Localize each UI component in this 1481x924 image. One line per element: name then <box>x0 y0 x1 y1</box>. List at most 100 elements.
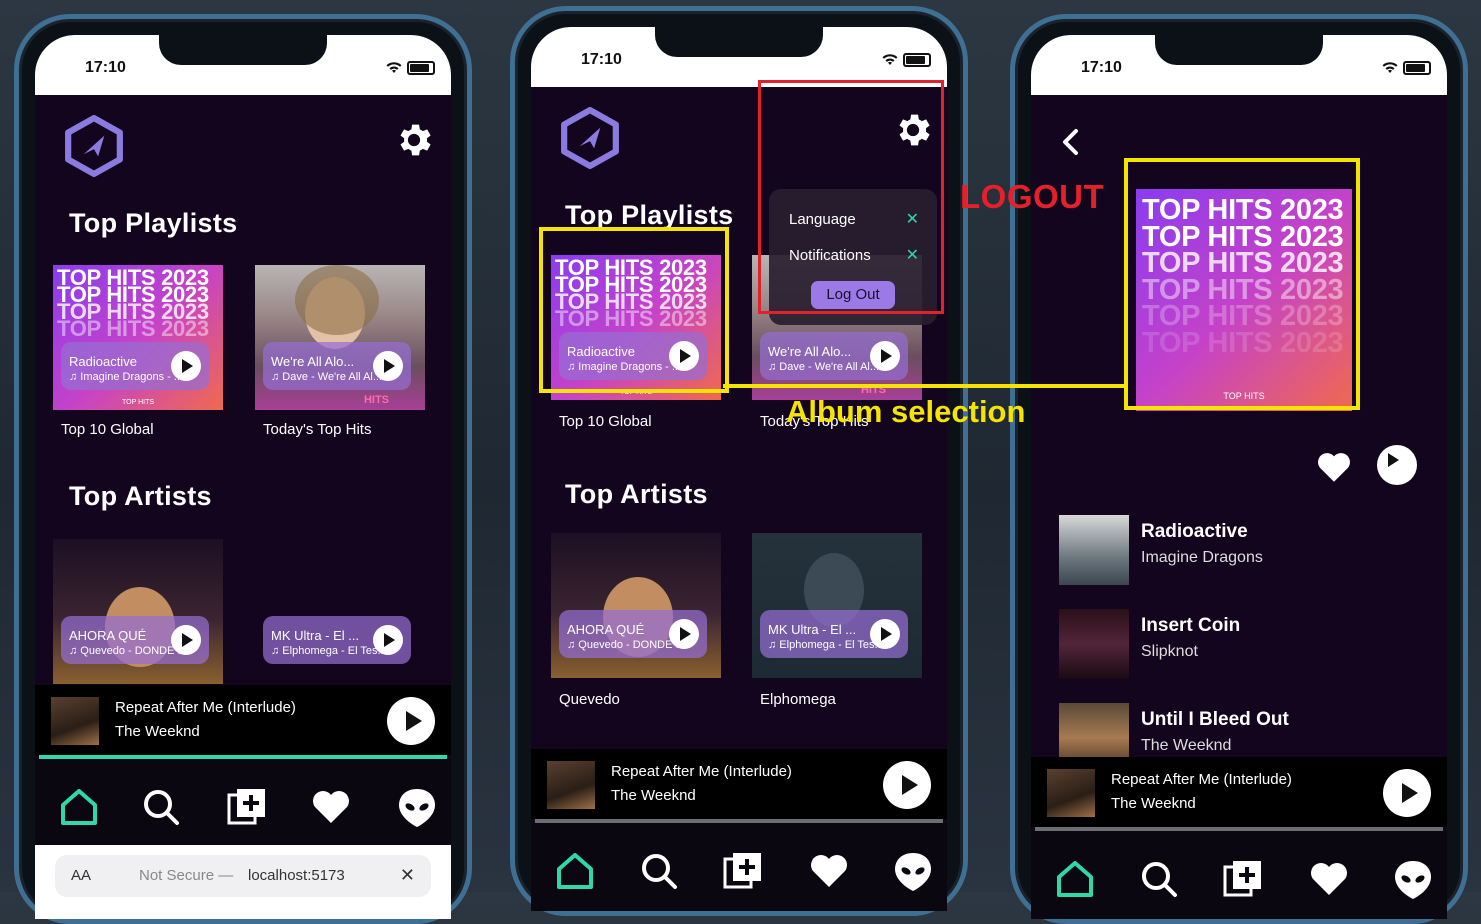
play-icon[interactable] <box>171 625 201 655</box>
artist-card-quevedo[interactable]: AHORA QUÉ ♫ Quevedo - DONDE ... <box>551 533 721 678</box>
now-playing-bar[interactable]: Repeat After Me (Interlude) The Weeknd <box>35 685 451 755</box>
play-icon[interactable] <box>373 351 403 381</box>
pill-artist: ♫ Quevedo - DONDE ... <box>567 639 685 651</box>
notch <box>655 27 823 57</box>
status-bar: 17:10 <box>35 35 451 95</box>
app-logo-icon[interactable] <box>63 115 125 177</box>
text-size-button[interactable]: AA <box>71 867 91 884</box>
bottom-nav <box>531 823 947 911</box>
system-icons <box>386 61 435 75</box>
artist-card-quevedo[interactable]: AHORA QUÉ ♫ Quevedo - DONDE ... <box>53 539 223 684</box>
track-pill: We're All Alo... ♫ Dave - We're All Al..… <box>263 342 411 390</box>
alien-profile-icon[interactable] <box>395 785 439 829</box>
cover-badge: TOP HITS <box>121 399 155 406</box>
like-heart-icon[interactable] <box>1315 449 1353 485</box>
album-selection-box-right <box>1124 158 1360 410</box>
search-icon[interactable] <box>1137 857 1181 901</box>
wifi-icon <box>882 54 898 65</box>
pill-track: AHORA QUÉ <box>69 628 147 643</box>
status-time: 17:10 <box>85 59 126 76</box>
play-icon[interactable] <box>171 351 201 381</box>
phone-home: 17:10 Top Playlists TOP HITS 2023 TOP HIT… <box>14 14 472 924</box>
playlist-card-todays-top-hits[interactable]: We're All Alo... ♫ Dave - We're All Al..… <box>255 265 425 410</box>
now-playing-bar[interactable]: Repeat After Me (Interlude) The Weeknd <box>531 749 947 819</box>
home-icon[interactable] <box>553 849 597 893</box>
cover-hair <box>295 265 379 335</box>
search-icon[interactable] <box>637 849 681 893</box>
heart-icon[interactable] <box>1307 857 1351 901</box>
track-art <box>1059 609 1129 679</box>
album-selection-connector <box>723 384 1125 388</box>
heart-icon[interactable] <box>807 849 851 893</box>
screen: 17:10 Top Playlists TOP HITS 2023 TOP HIT… <box>35 35 451 919</box>
wifi-icon <box>386 62 402 73</box>
pill-artist: ♫ Elphomega - El Tes... <box>271 645 387 657</box>
now-playing-bar[interactable]: Repeat After Me (Interlude) The Weeknd <box>1031 757 1447 827</box>
track-artist: The Weeknd <box>1141 737 1232 754</box>
play-icon[interactable] <box>669 619 699 649</box>
search-icon[interactable] <box>139 785 183 829</box>
pill-track: AHORA QUÉ <box>567 622 645 637</box>
close-icon[interactable]: ✕ <box>400 865 415 886</box>
play-icon[interactable] <box>373 625 403 655</box>
pill-artist: ♫ Elphomega - El Tes... <box>768 639 884 651</box>
playlist-card-top10[interactable]: TOP HITS 2023 TOP HITS 2023 TOP HITS 2023 T… <box>53 265 223 410</box>
top-artists-heading: Top Artists <box>69 481 212 511</box>
track-artist: Slipknot <box>1141 643 1198 660</box>
bottom-nav <box>35 759 451 855</box>
track-row[interactable]: Radioactive Imagine Dragons <box>1059 515 1419 587</box>
home-icon[interactable] <box>1053 857 1097 901</box>
alien-profile-icon[interactable] <box>891 849 935 893</box>
track-name: Radioactive <box>1141 521 1248 542</box>
album-selection-annotation: Album selection <box>786 394 1026 429</box>
track-row[interactable]: Insert Coin Slipknot <box>1059 609 1419 681</box>
home-content: Top Playlists TOP HITS 2023 TOP HITS 2023… <box>35 95 451 919</box>
pill-track: MK Ultra - El ... <box>768 622 857 637</box>
bottom-nav <box>1031 831 1447 919</box>
url-text[interactable]: localhost:5173 <box>248 867 345 884</box>
album-play-button[interactable] <box>1377 445 1417 485</box>
now-playing-play-button[interactable] <box>387 697 435 745</box>
battery-icon <box>407 61 435 75</box>
artist-card-elphomega[interactable]: MK Ultra - El ... ♫ Elphomega - El Tes..… <box>255 539 425 684</box>
add-playlist-icon[interactable] <box>225 785 269 829</box>
add-playlist-icon[interactable] <box>721 849 765 893</box>
status-time: 17:10 <box>1081 59 1122 76</box>
status-bar: 17:10 <box>531 27 947 87</box>
play-icon[interactable] <box>870 341 900 371</box>
add-playlist-icon[interactable] <box>1221 857 1265 901</box>
now-playing-artist: The Weeknd <box>115 723 200 740</box>
back-chevron-icon[interactable] <box>1059 127 1083 157</box>
heart-icon[interactable] <box>309 785 353 829</box>
artist-card-elphomega[interactable]: MK Ultra - El ... ♫ Elphomega - El Tes..… <box>752 533 922 678</box>
now-playing-play-button[interactable] <box>1383 769 1431 817</box>
app-logo-icon[interactable] <box>559 107 621 169</box>
now-playing-artist: The Weeknd <box>1111 795 1196 812</box>
notch <box>1155 35 1323 65</box>
address-bar[interactable]: AA Not Secure — localhost:5173 ✕ <box>55 855 431 897</box>
album-selection-box-left <box>539 227 729 393</box>
track-name: Until I Bleed Out <box>1141 709 1289 730</box>
track-pill: MK Ultra - El ... ♫ Elphomega - El Tes..… <box>760 610 908 658</box>
status-bar: 17:10 <box>1031 35 1447 95</box>
safari-toolbar: AA Not Secure — localhost:5173 ✕ <box>35 845 451 919</box>
settings-gear-icon[interactable] <box>393 119 435 161</box>
now-playing-title: Repeat After Me (Interlude) <box>1111 771 1292 788</box>
not-secure-label: Not Secure — <box>139 867 234 884</box>
battery-icon <box>1403 61 1431 75</box>
playlist-caption: Top 10 Global <box>559 413 652 430</box>
track-art <box>1059 515 1129 585</box>
battery-icon <box>903 53 931 67</box>
status-time: 17:10 <box>581 51 622 68</box>
alien-profile-icon[interactable] <box>1391 857 1435 901</box>
play-icon[interactable] <box>870 619 900 649</box>
track-pill: AHORA QUÉ ♫ Quevedo - DONDE ... <box>559 610 707 658</box>
pill-artist: ♫ Quevedo - DONDE ... <box>69 645 187 657</box>
pill-track: We're All Alo... <box>271 354 355 369</box>
track-name: Insert Coin <box>1141 615 1241 636</box>
home-icon[interactable] <box>57 785 101 829</box>
now-playing-title: Repeat After Me (Interlude) <box>115 699 296 716</box>
now-playing-play-button[interactable] <box>883 761 931 809</box>
now-playing-art <box>547 761 595 809</box>
system-icons <box>882 53 931 67</box>
